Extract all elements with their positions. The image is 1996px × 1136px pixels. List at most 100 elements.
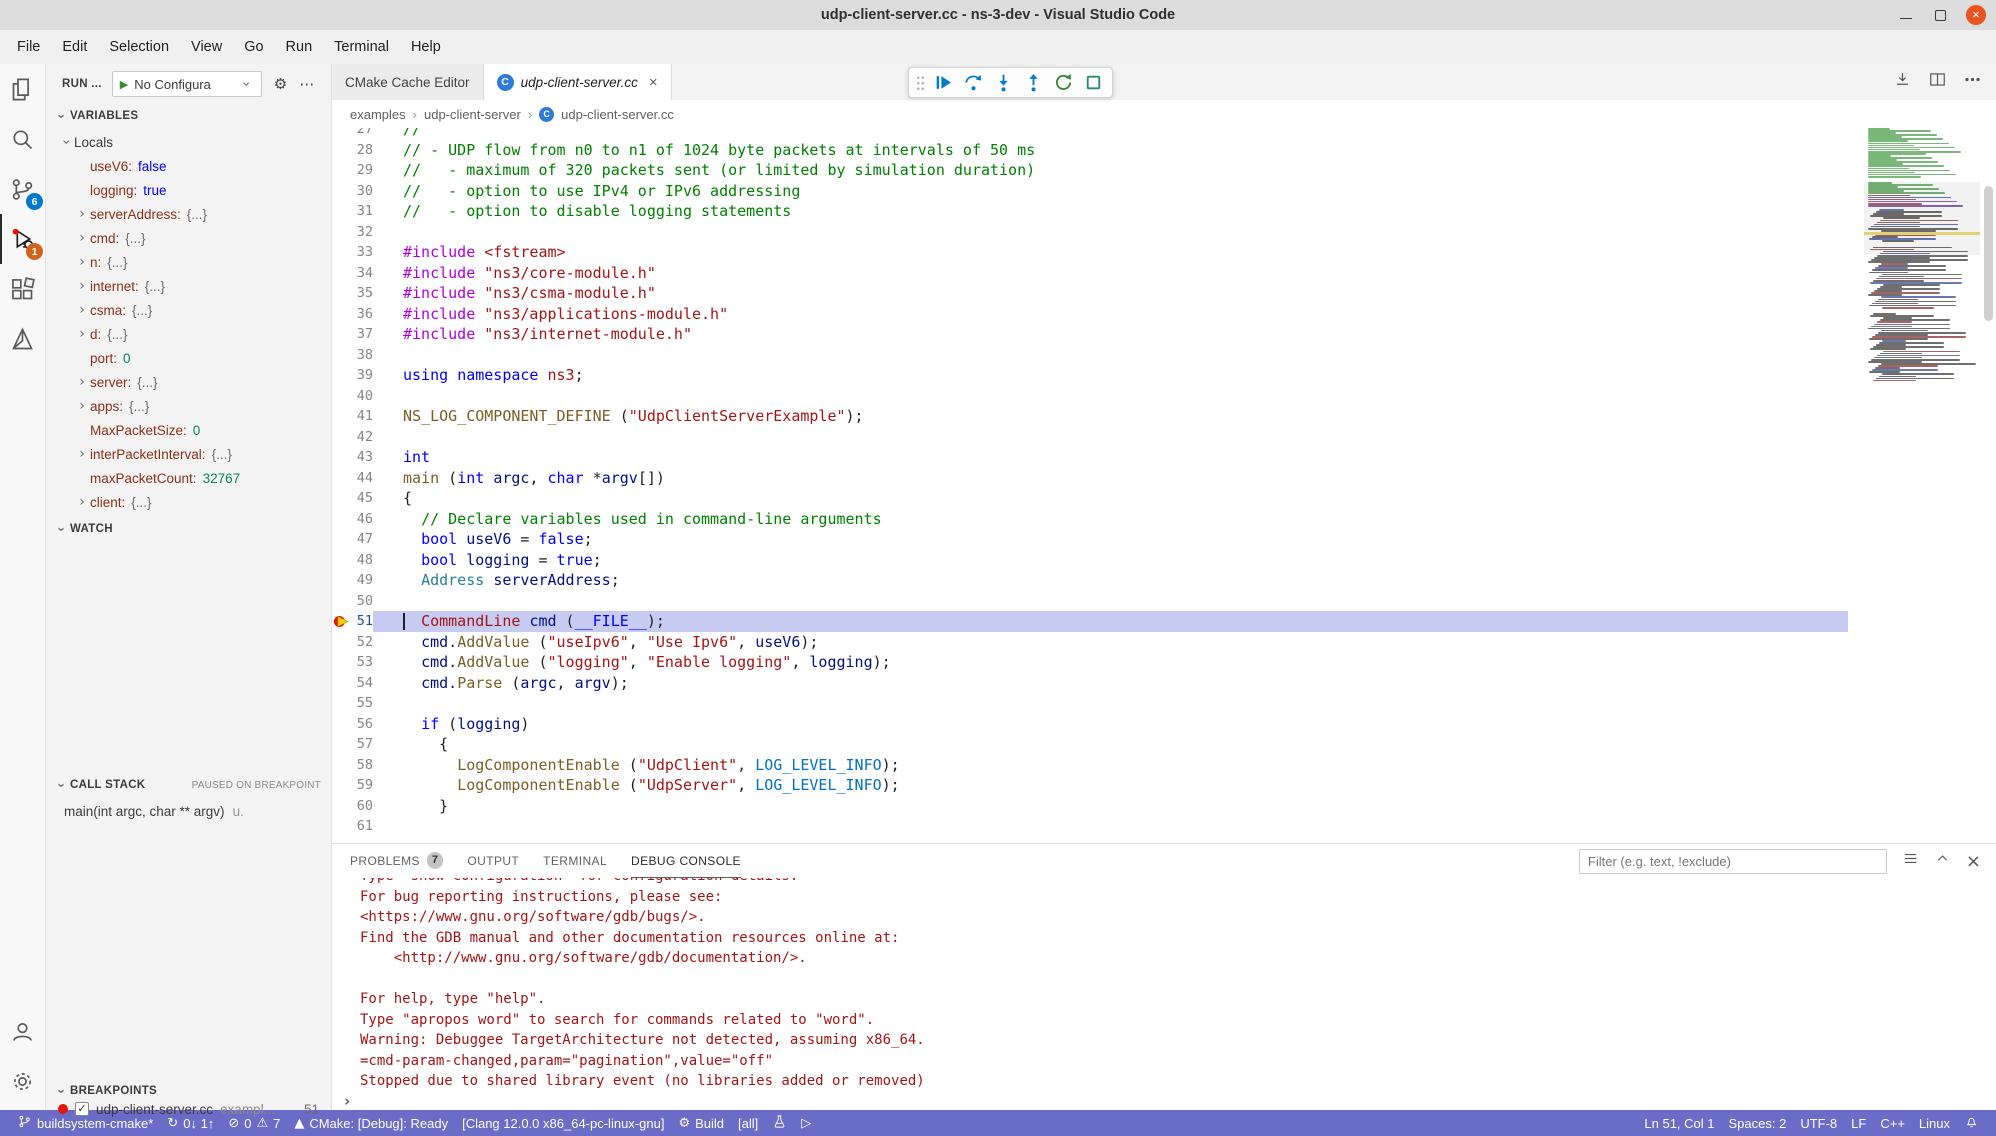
code-line[interactable]: 41NS_LOG_COMPONENT_DEFINE ("UdpClientSer… <box>332 406 1848 427</box>
variable-row[interactable]: ›server:{...} <box>46 370 331 394</box>
console-input[interactable]: › <box>344 1092 1996 1111</box>
minimap[interactable] <box>1864 128 1980 843</box>
close-panel-icon[interactable]: × <box>1966 851 1981 872</box>
variable-row[interactable]: ›apps:{...} <box>46 394 331 418</box>
menu-go[interactable]: Go <box>233 39 274 55</box>
more-actions-icon[interactable]: ⋯ <box>299 75 314 93</box>
explorer-icon[interactable] <box>0 64 45 114</box>
gutter[interactable] <box>332 529 352 550</box>
breadcrumb-item[interactable]: udp-client-server.cc <box>561 107 674 122</box>
code-line[interactable]: 43int <box>332 447 1848 468</box>
gutter[interactable] <box>332 693 352 714</box>
gutter[interactable] <box>332 816 352 837</box>
status-indentation[interactable]: Spaces: 2 <box>1722 1110 1794 1136</box>
minimize-button[interactable] <box>1898 7 1914 23</box>
breadcrumb-item[interactable]: udp-client-server <box>424 107 521 122</box>
code-line[interactable]: 59 LogComponentEnable ("UdpServer", LOG_… <box>332 775 1848 796</box>
gutter[interactable] <box>332 160 352 181</box>
menu-edit[interactable]: Edit <box>51 39 98 55</box>
close-button[interactable]: × <box>1966 5 1986 25</box>
gutter[interactable] <box>332 509 352 530</box>
code-line[interactable]: 36#include "ns3/applications-module.h" <box>332 304 1848 325</box>
current-line-arrow-icon[interactable] <box>332 611 352 632</box>
gutter[interactable] <box>332 140 352 161</box>
gutter[interactable] <box>332 447 352 468</box>
status-cursor-position[interactable]: Ln 51, Col 1 <box>1637 1110 1721 1136</box>
menu-view[interactable]: View <box>180 39 233 55</box>
gutter[interactable] <box>332 406 352 427</box>
menu-file[interactable]: File <box>6 39 51 55</box>
code-line[interactable]: 56 if (logging) <box>332 714 1848 735</box>
code-line[interactable]: 47 bool useV6 = false; <box>332 529 1848 550</box>
chevron-right-icon[interactable]: › <box>74 326 90 342</box>
gutter[interactable] <box>332 242 352 263</box>
variable-row[interactable]: ›Locals <box>46 130 331 154</box>
tab-udp-client-server-cc[interactable]: Cudp-client-server.cc× <box>484 64 672 100</box>
code-line[interactable]: 52 cmd.AddValue ("useIpv6", "Use Ipv6", … <box>332 632 1848 653</box>
gutter[interactable] <box>332 283 352 304</box>
code-line[interactable]: 32 <box>332 222 1848 243</box>
gutter[interactable] <box>332 324 352 345</box>
gear-icon[interactable]: ⚙ <box>274 75 287 93</box>
panel-tab-terminal[interactable]: TERMINAL <box>543 844 607 878</box>
gutter[interactable] <box>332 222 352 243</box>
settings-gear-icon[interactable] <box>0 1056 45 1106</box>
code-line[interactable]: 44main (int argc, char *argv[]) <box>332 468 1848 489</box>
chevron-right-icon[interactable]: › <box>74 230 90 246</box>
source-control-icon[interactable]: 6 <box>0 164 45 214</box>
chevron-right-icon[interactable]: › <box>74 302 90 318</box>
chevron-right-icon[interactable]: › <box>74 254 90 270</box>
chevron-right-icon[interactable]: › <box>74 206 90 222</box>
code-line[interactable]: 35#include "ns3/csma-module.h" <box>332 283 1848 304</box>
gutter[interactable] <box>332 570 352 591</box>
code-line[interactable]: 61 <box>332 816 1848 837</box>
status-encoding[interactable]: UTF-8 <box>1793 1110 1844 1136</box>
variable-row[interactable]: ›d:{...} <box>46 322 331 346</box>
variable-row[interactable]: ›csma:{...} <box>46 298 331 322</box>
code-line[interactable]: 42 <box>332 427 1848 448</box>
console-filter-input[interactable] <box>1579 849 1887 874</box>
extensions-icon[interactable] <box>0 264 45 314</box>
status-cmake-kit[interactable]: [Clang 12.0.0 x86_64-pc-linux-gnu] <box>455 1110 671 1136</box>
gutter[interactable] <box>332 775 352 796</box>
start-debugging-icon[interactable]: ▶ <box>120 78 128 91</box>
code-line[interactable]: 60 } <box>332 796 1848 817</box>
gutter[interactable] <box>332 304 352 325</box>
variable-row[interactable]: ›serverAddress:{...} <box>46 202 331 226</box>
chevron-right-icon[interactable]: › <box>74 278 90 294</box>
account-icon[interactable] <box>0 1006 45 1056</box>
code-line[interactable]: 28// - UDP flow from n0 to n1 of 1024 by… <box>332 140 1848 161</box>
code-line[interactable]: 58 LogComponentEnable ("UdpClient", LOG_… <box>332 755 1848 776</box>
step-over-button[interactable] <box>961 71 985 95</box>
menu-terminal[interactable]: Terminal <box>323 39 400 55</box>
breadcrumb-item[interactable]: examples <box>350 107 406 122</box>
gutter[interactable] <box>332 345 352 366</box>
chevron-right-icon[interactable]: › <box>74 398 90 414</box>
gutter[interactable] <box>332 181 352 202</box>
more-actions-icon[interactable] <box>1963 70 1982 94</box>
code-line[interactable]: 29// - maximum of 320 packets sent (or l… <box>332 160 1848 181</box>
variable-row[interactable]: ›internet:{...} <box>46 274 331 298</box>
menu-help[interactable]: Help <box>400 39 452 55</box>
variable-row[interactable]: useV6:false <box>46 154 331 178</box>
cmake-icon[interactable] <box>0 314 45 364</box>
close-tab-icon[interactable]: × <box>649 74 658 91</box>
code-line[interactable]: 30// - option to use IPv4 or IPv6 addres… <box>332 181 1848 202</box>
variable-row[interactable]: ›n:{...} <box>46 250 331 274</box>
restore-button[interactable] <box>1932 7 1948 23</box>
code-line[interactable]: 45{ <box>332 488 1848 509</box>
variable-row[interactable]: port:0 <box>46 346 331 370</box>
chevron-down-icon[interactable]: › <box>58 134 74 150</box>
code-line[interactable]: 40 <box>332 386 1848 407</box>
gutter[interactable] <box>332 591 352 612</box>
gutter[interactable] <box>332 796 352 817</box>
code-line[interactable]: 31// - option to disable logging stateme… <box>332 201 1848 222</box>
code-line[interactable]: 51 CommandLine cmd (__FILE__); <box>332 611 1848 632</box>
code-line[interactable]: 54 cmd.Parse (argc, argv); <box>332 673 1848 694</box>
stop-button[interactable] <box>1081 71 1105 95</box>
status-eol[interactable]: LF <box>1844 1110 1873 1136</box>
variable-row[interactable]: ›cmd:{...} <box>46 226 331 250</box>
drag-handle[interactable] <box>916 75 925 91</box>
status-os[interactable]: Linux <box>1912 1110 1957 1136</box>
gutter[interactable] <box>332 488 352 509</box>
